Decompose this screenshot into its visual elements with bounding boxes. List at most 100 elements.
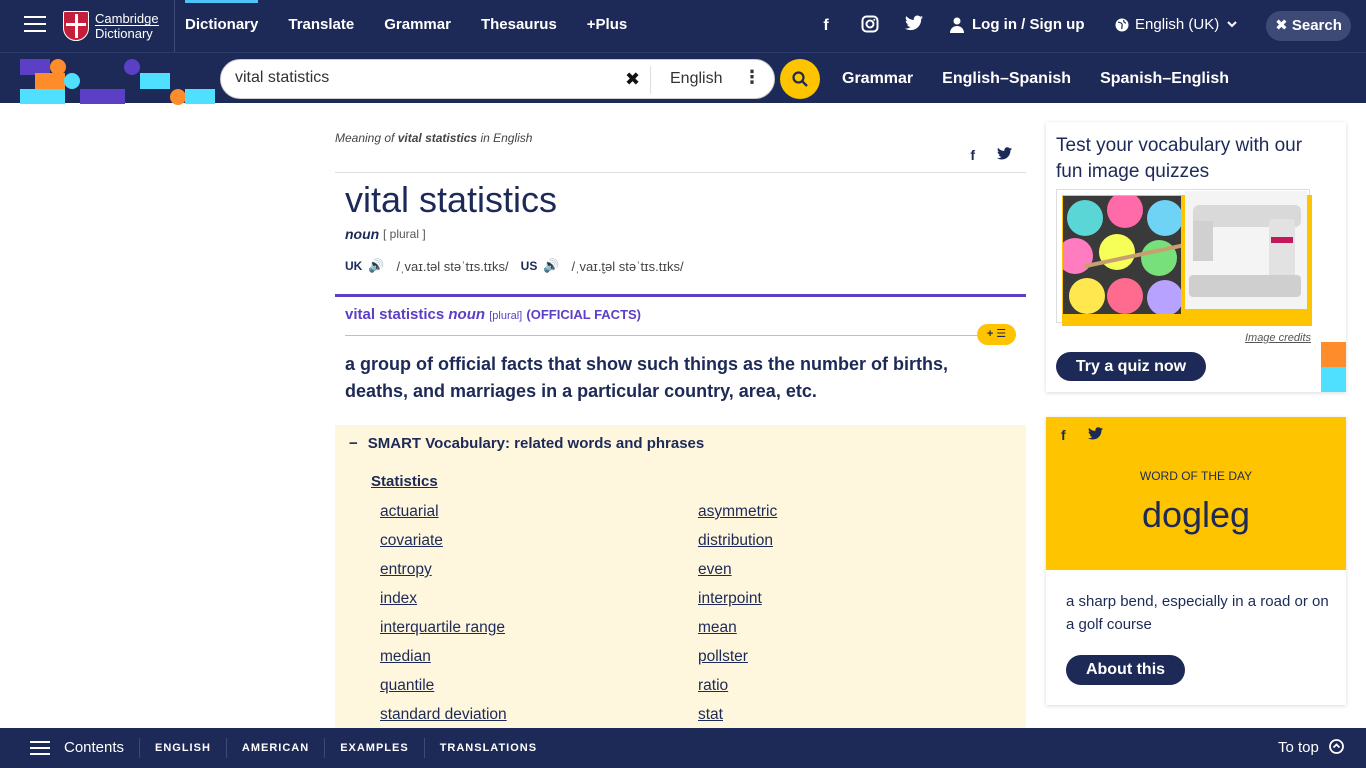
more-options-icon[interactable]: ⋮ <box>743 67 761 88</box>
smart-vocabulary-panel: − SMART Vocabulary: related words and phr… <box>335 425 1026 728</box>
search-bar-row: ✖ English ⋮ Grammar English–Spanish Span… <box>0 52 1366 105</box>
nav-grammar[interactable]: Grammar <box>384 0 451 52</box>
language-selector[interactable]: English (UK) <box>1115 16 1237 33</box>
word-of-the-day-card: f WORD OF THE DAY dogleg a sharp bend, e… <box>1046 417 1346 705</box>
sense-underline <box>345 335 1016 336</box>
login-label: Log in / Sign up <box>972 16 1085 33</box>
related-word-link[interactable]: index <box>380 590 507 619</box>
sub-link-english-spanish[interactable]: English–Spanish <box>942 70 1071 88</box>
grammar-label: [ plural ] <box>383 227 426 241</box>
quiz-title: Test your vocabulary with our fun image … <box>1056 135 1303 182</box>
to-top-button[interactable]: To top <box>1278 739 1344 756</box>
user-icon <box>950 17 964 33</box>
search-submit-button[interactable] <box>780 59 820 99</box>
wotd-header: f WORD OF THE DAY dogleg <box>1046 417 1346 570</box>
related-word-link[interactable]: covariate <box>380 532 507 561</box>
facebook-icon[interactable]: f <box>970 147 975 163</box>
globe-icon <box>1115 18 1129 31</box>
related-word-link[interactable]: pollster <box>698 648 777 677</box>
sewing-machine-image <box>1185 191 1307 309</box>
dictionary-language-select[interactable]: English <box>670 70 722 88</box>
sub-link-grammar[interactable]: Grammar <box>842 70 913 88</box>
divider <box>335 172 1026 173</box>
related-word-link[interactable]: ratio <box>698 677 777 706</box>
instagram-icon[interactable] <box>859 15 881 37</box>
related-word-link[interactable]: even <box>698 561 777 590</box>
logo-divider <box>174 0 175 52</box>
section-links: ENGLISH AMERICAN EXAMPLES TRANSLATIONS <box>139 728 552 768</box>
related-word-link[interactable]: interpoint <box>698 590 777 619</box>
facebook-icon[interactable]: f <box>1061 427 1066 443</box>
nav-plus[interactable]: +Plus <box>587 0 627 52</box>
sub-link-spanish-english[interactable]: Spanish–English <box>1100 70 1229 88</box>
search-label: Search <box>1291 17 1342 34</box>
cambridge-logo[interactable]: Cambridge Dictionary <box>63 10 159 42</box>
section-link-english[interactable]: ENGLISH <box>139 738 226 758</box>
image-credits-link[interactable]: Image credits <box>1245 332 1311 344</box>
twitter-icon[interactable] <box>1087 427 1103 443</box>
section-link-american[interactable]: AMERICAN <box>225 738 324 758</box>
related-words-column-2: asymmetric distribution even interpoint … <box>698 503 777 735</box>
shield-icon <box>63 11 89 41</box>
entry-main: Meaning of vital statistics in English f… <box>335 103 1026 728</box>
contents-button[interactable]: Contents <box>64 739 124 756</box>
section-link-translations[interactable]: TRANSLATIONS <box>423 738 552 758</box>
bottom-bar: Contents ENGLISH AMERICAN EXAMPLES TRANS… <box>0 728 1366 768</box>
section-link-examples[interactable]: EXAMPLES <box>324 738 424 758</box>
related-word-link[interactable]: mean <box>698 619 777 648</box>
related-word-link[interactable]: asymmetric <box>698 503 777 532</box>
chevron-down-icon <box>1227 21 1237 28</box>
search-button-top[interactable]: ✖ Search <box>1266 11 1351 41</box>
close-icon: ✖ <box>1275 17 1288 34</box>
wotd-share: f <box>1061 427 1125 443</box>
speaker-icon[interactable]: 🔊 <box>368 258 384 274</box>
social-links: f <box>815 15 947 37</box>
sense-divider <box>335 294 1026 297</box>
language-label: English (UK) <box>1135 16 1220 33</box>
twitter-icon[interactable] <box>997 147 1012 163</box>
arrow-up-circle-icon <box>1329 739 1344 754</box>
related-word-link[interactable]: distribution <box>698 532 777 561</box>
related-word-link[interactable]: median <box>380 648 507 677</box>
related-word-link[interactable]: interquartile range <box>380 619 507 648</box>
speaker-icon[interactable]: 🔊 <box>543 258 559 274</box>
facebook-icon[interactable]: f <box>815 15 837 37</box>
login-link[interactable]: Log in / Sign up <box>950 16 1084 33</box>
pronunciation: UK 🔊 /ˌvaɪ.təl stəˈtɪs.tɪks/ US 🔊 /ˌvaɪ.… <box>345 258 696 274</box>
search-divider <box>650 66 651 94</box>
minus-icon: − <box>349 435 358 452</box>
quiz-card: Test your vocabulary with our fun image … <box>1046 122 1346 392</box>
us-ipa: /ˌvaɪ.t̬əl stəˈtɪs.tɪks/ <box>571 258 684 274</box>
related-word-link[interactable]: entropy <box>380 561 507 590</box>
clear-search-icon[interactable]: ✖ <box>625 69 640 90</box>
part-of-speech: noun <box>345 226 380 242</box>
smart-topic-link[interactable]: Statistics <box>371 473 438 490</box>
wotd-word[interactable]: dogleg <box>1046 494 1346 536</box>
contents-menu-icon[interactable] <box>30 741 50 757</box>
headword: vital statistics <box>345 179 558 220</box>
smart-vocabulary-toggle[interactable]: − SMART Vocabulary: related words and phr… <box>349 435 704 452</box>
nav-dictionary[interactable]: Dictionary <box>185 0 259 52</box>
nav-translate[interactable]: Translate <box>288 0 354 52</box>
uk-label: UK <box>345 259 363 273</box>
quiz-image[interactable] <box>1056 189 1312 326</box>
related-word-link[interactable]: actuarial <box>380 503 507 532</box>
add-to-list-button[interactable]: + ☰ <box>977 324 1016 345</box>
about-this-button[interactable]: About this <box>1066 655 1185 685</box>
menu-icon[interactable] <box>24 16 46 34</box>
entry-share: f <box>948 147 1012 163</box>
main-nav-links: Dictionary Translate Grammar Thesaurus +… <box>185 0 657 52</box>
us-label: US <box>520 259 538 273</box>
related-word-link[interactable]: quantile <box>380 677 507 706</box>
nav-thesaurus[interactable]: Thesaurus <box>481 0 557 52</box>
search-input[interactable] <box>235 69 625 87</box>
decorative-blocks <box>0 53 220 105</box>
meaning-caption: Meaning of vital statistics in English <box>335 131 533 145</box>
definition-text: a group of official facts that show such… <box>345 354 949 401</box>
twitter-icon[interactable] <box>903 15 925 37</box>
search-box: ✖ English ⋮ <box>220 59 775 99</box>
wotd-label: WORD OF THE DAY <box>1139 469 1253 483</box>
try-quiz-button[interactable]: Try a quiz now <box>1056 352 1206 381</box>
wotd-definition: a sharp bend, especially in a road or on… <box>1066 593 1329 633</box>
search-icon <box>792 71 808 87</box>
